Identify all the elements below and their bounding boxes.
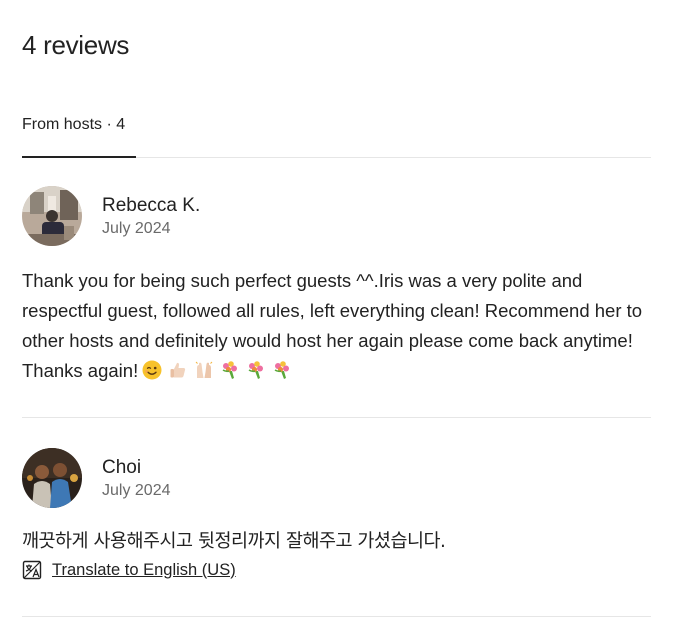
review-date: July 2024: [102, 220, 171, 237]
reviewer-header: Choi July 2024: [22, 448, 651, 508]
reviewer-name[interactable]: Choi: [102, 457, 141, 479]
review-date: July 2024: [102, 482, 171, 499]
reviews-heading: 4 reviews: [22, 30, 130, 60]
bouquet-emoji: [222, 361, 238, 379]
translate-icon: [22, 560, 42, 580]
review-item: Choi July 2024 깨끗하게 사용해주시고 뒷정리까지 잘해주고 가셨…: [22, 448, 651, 582]
active-tab-indicator: [22, 156, 136, 158]
reviewer-header: Rebecca K. July 2024: [22, 186, 651, 246]
wink-face-emoji: [142, 360, 162, 380]
review-body: Thank you for being such perfect guests …: [22, 270, 643, 381]
raised-hands-emoji: [195, 361, 213, 378]
review-divider: [22, 417, 651, 418]
review-divider: [22, 616, 651, 617]
review-text: 깨끗하게 사용해주시고 뒷정리까지 잘해주고 가셨습니다.: [22, 531, 446, 552]
avatar[interactable]: [22, 186, 82, 246]
reviewer-name[interactable]: Rebecca K.: [102, 195, 200, 217]
avatar-photo-icon: [22, 448, 82, 508]
translate-link[interactable]: Translate to English (US): [52, 561, 236, 580]
tab-from-hosts[interactable]: From hosts · 4: [22, 106, 136, 156]
review-tabs: From hosts · 4: [22, 106, 651, 158]
emoji-group: [138, 360, 298, 381]
bouquet-emoji: [248, 361, 264, 379]
avatar-photo-icon: [22, 186, 82, 246]
bouquet-emoji: [274, 361, 290, 379]
review-text: Thank you for being such perfect guests …: [22, 266, 658, 386]
translate-row: Translate to English (US): [22, 558, 651, 582]
avatar[interactable]: [22, 448, 82, 508]
review-item: Rebecca K. July 2024 Thank you for being…: [22, 186, 651, 386]
thumbs-up-emoji: [170, 362, 186, 378]
